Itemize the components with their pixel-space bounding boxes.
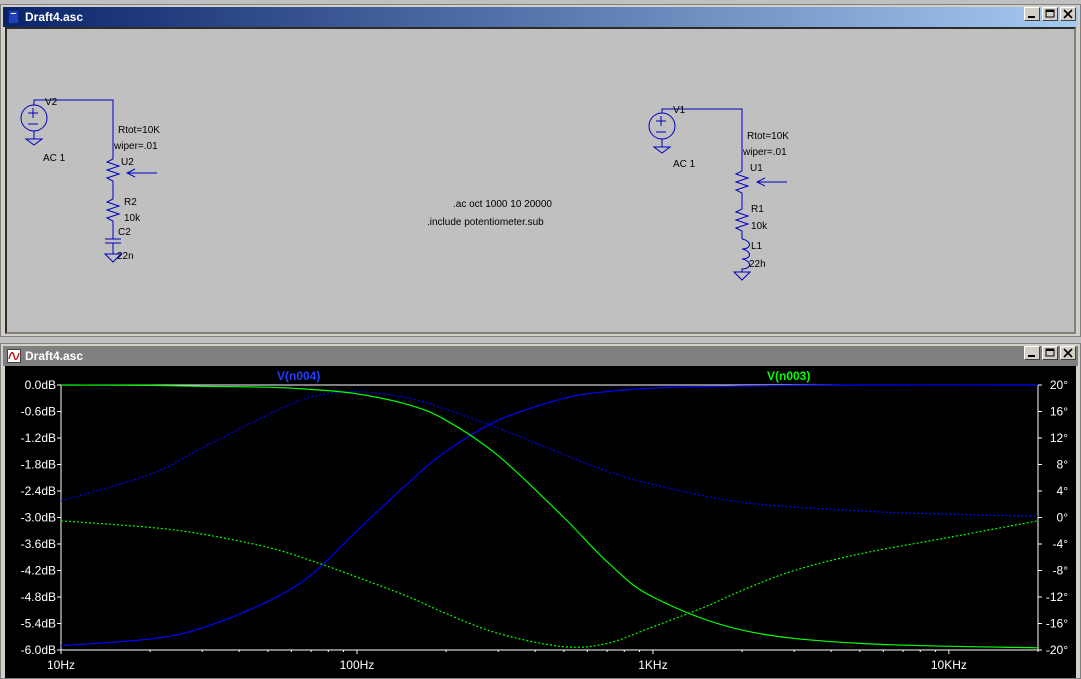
r2-label: R2	[124, 197, 137, 208]
schematic-canvas[interactable]: V2 AC 1 Rtot=10K wiper=.01 U2 R2 10k C2 …	[5, 27, 1076, 334]
include-directive[interactable]: .include potentiometer.sub	[427, 217, 544, 228]
schematic-file-icon	[9, 11, 18, 23]
plot-close-button[interactable]	[1060, 346, 1076, 360]
wiper-right-label: wiper=.01	[743, 147, 787, 158]
rtot-left-label: Rtot=10K	[118, 125, 160, 136]
trace-v-n004	[60, 384, 1039, 647]
close-button[interactable]	[1060, 7, 1076, 21]
plot-restore-button[interactable]	[1042, 346, 1058, 360]
bode-plot[interactable]: 0.0dB -0.6dB -1.2dB -1.8dB -2.4dB -3.0dB -3.6d…	[5, 366, 1078, 678]
plot-titlebar[interactable]: Draft4.asc	[3, 346, 1078, 366]
y-left-tick-label: -6.0dB	[21, 643, 56, 657]
y-left-tick-label: -1.8dB	[21, 458, 56, 472]
v1-label: V1	[673, 105, 686, 116]
y-left-tick-label: -4.2dB	[21, 564, 56, 578]
y-right-tick-label: 12°	[1050, 431, 1068, 445]
y-right-tick-label: 0°	[1057, 511, 1069, 525]
x-tick-label: 10KHz	[931, 658, 967, 672]
y-left-tick-label: -3.0dB	[21, 511, 56, 525]
schematic-titlebar[interactable]: Draft4.asc	[3, 7, 1078, 27]
trace-v-n003-phase	[60, 520, 1039, 648]
v2-label: V2	[45, 97, 58, 108]
y-right-tick-label: 20°	[1050, 378, 1068, 392]
y-left-tick-label: -0.6dB	[21, 405, 56, 419]
y-left-tick-label: -1.2dB	[21, 431, 56, 445]
x-tick-label: 1KHz	[638, 658, 667, 672]
l1-value-label: 22h	[749, 259, 766, 270]
l1-label: L1	[751, 241, 763, 252]
y-right-tick-label: 8°	[1057, 458, 1069, 472]
c2-label: C2	[118, 227, 131, 238]
schematic-wires	[20, 99, 787, 281]
u2-label: U2	[121, 157, 134, 168]
y-left-tick-label: -2.4dB	[21, 484, 56, 498]
plot-pane[interactable]: V(n004) V(n003) 0.0dB -0.6dB -1.2dB -1.8dB -…	[5, 366, 1076, 678]
plot-window-title: Draft4.asc	[25, 349, 84, 363]
r1-value-label: 10k	[751, 221, 768, 232]
y-right-tick-label: -12°	[1046, 590, 1068, 604]
y-right-tick-label: -20°	[1046, 643, 1068, 657]
plot-frame	[60, 384, 1039, 651]
y-right-tick-label: -4°	[1053, 537, 1069, 551]
ac-directive[interactable]: .ac oct 1000 10 20000	[453, 199, 552, 210]
trace-v-n003	[60, 384, 1039, 649]
restore-button[interactable]	[1042, 7, 1058, 21]
x-tick-label: 100Hz	[340, 658, 375, 672]
schematic-window-title: Draft4.asc	[25, 10, 84, 24]
y-left-tick-label: 0.0dB	[25, 378, 56, 392]
y-right-tick-label: 4°	[1057, 484, 1069, 498]
y-right-tick-label: -16°	[1046, 617, 1068, 631]
u1-label: U1	[750, 163, 763, 174]
minimize-button[interactable]	[1024, 7, 1040, 21]
r2-value-label: 10k	[124, 213, 141, 224]
y-left-tick-label: -3.6dB	[21, 537, 56, 551]
y-right-tick-label: 16°	[1050, 405, 1068, 419]
x-tick-label: 10Hz	[47, 658, 75, 672]
y-left-tick-label: -4.8dB	[21, 590, 56, 604]
v2-ac-label: AC 1	[43, 153, 66, 164]
schematic-window[interactable]: Draft4.asc V2 AC 1 Rtot=10K wiper=.01 U2…	[0, 4, 1081, 337]
rtot-right-label: Rtot=10K	[747, 131, 789, 142]
y-left-tick-label: -5.4dB	[21, 617, 56, 631]
r1-label: R1	[751, 204, 764, 215]
waveform-icon	[7, 349, 21, 363]
trace-v-n004-phase	[60, 390, 1039, 517]
y-right-tick-label: -8°	[1053, 564, 1069, 578]
wiper-left-label: wiper=.01	[114, 141, 158, 152]
plot-window[interactable]: Draft4.asc V(n004) V(n003) 0.0dB -0.6dB -1…	[0, 343, 1081, 679]
c2-value-label: 22n	[117, 251, 134, 262]
v1-ac-label: AC 1	[673, 159, 696, 170]
plot-minimize-button[interactable]	[1024, 346, 1040, 360]
